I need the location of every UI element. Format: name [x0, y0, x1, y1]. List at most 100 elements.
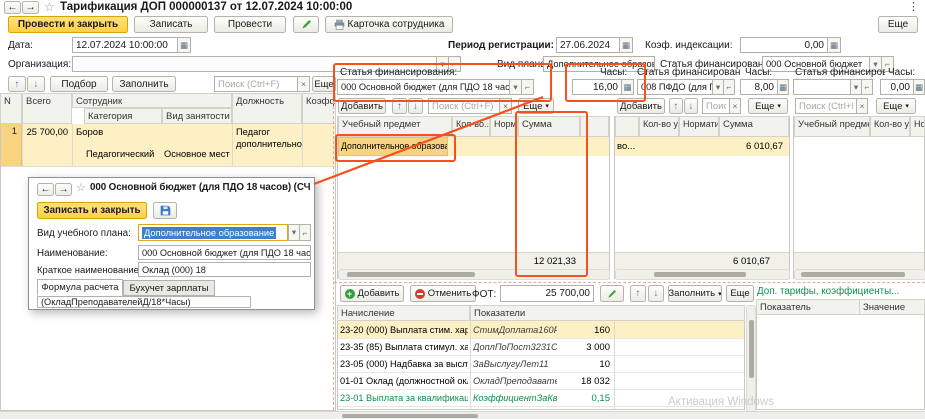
p2-col-sum[interactable]: Сумма	[719, 116, 789, 137]
p3-open-icon[interactable]: ⌐	[861, 79, 873, 95]
p2-more-button[interactable]: Еще▾	[748, 98, 788, 114]
accrual-name[interactable]: 23-35 (85) Выплата стимул. хар-ра отдель…	[340, 342, 468, 352]
accrual-value[interactable]: 3 000	[556, 342, 610, 353]
p3-col-subject[interactable]: Учебный предмет	[794, 116, 870, 137]
bottom-scrollbar[interactable]	[0, 411, 925, 419]
dialog-back-button[interactable]: ←	[37, 183, 54, 196]
accrual-name[interactable]: 23-20 (000) Выплата стим. хар-ра отдельн…	[340, 325, 468, 335]
accrual-value[interactable]: 160	[556, 325, 610, 336]
move-down-button[interactable]: ↓	[27, 76, 45, 92]
p2-hours-field[interactable]: 8,00	[740, 79, 778, 95]
period-calendar-icon[interactable]: ▦	[619, 37, 633, 53]
employee-employment-cell[interactable]: Основное место р...	[164, 149, 230, 159]
fill-button[interactable]: Заполнить	[112, 76, 176, 92]
accrual-col-indicators[interactable]: Показатели	[470, 305, 745, 321]
p2-col-norm[interactable]: Норматив	[679, 116, 719, 137]
employee-position-line2[interactable]: дополнительного ...	[236, 139, 302, 149]
fot-field[interactable]: 25 700,00	[500, 285, 594, 302]
accrual-name[interactable]: 01-01 Оклад (должностной оклад), ставка …	[340, 376, 468, 386]
accrual-name[interactable]: 23-01 Выплата за квалификационную кате..…	[340, 393, 468, 403]
p2-col-cut[interactable]	[615, 116, 639, 137]
accrual-more-button[interactable]: Еще	[726, 285, 754, 302]
accrual-up-button[interactable]: ↑	[630, 285, 646, 302]
p3-hours-calc-icon[interactable]: ▦	[913, 79, 925, 95]
p2-search-input[interactable]	[702, 98, 730, 114]
favorite-star-icon[interactable]: ☆	[44, 0, 55, 14]
p3-search-input[interactable]	[795, 98, 857, 114]
p1-search-input[interactable]	[428, 98, 500, 114]
p1-col-qty[interactable]: Кол-во...	[452, 116, 490, 137]
edit-pen-button[interactable]	[293, 16, 319, 33]
p2-row-cut-cell[interactable]: во...	[617, 141, 637, 152]
p3-col-qty[interactable]: Кол-во уч.	[870, 116, 910, 137]
p1-clear-search-icon[interactable]: ×	[499, 98, 512, 114]
accrual-value[interactable]: 0,15	[556, 393, 610, 404]
accrual-col-name[interactable]: Начисление	[337, 305, 470, 321]
accrual-down-button[interactable]: ↓	[648, 285, 664, 302]
p3-finance-field[interactable]	[793, 79, 851, 95]
col-header-employee[interactable]: Сотрудник	[72, 93, 232, 108]
p1-col-subject[interactable]: Учебный предмет	[338, 116, 452, 137]
date-calendar-icon[interactable]: ▦	[177, 37, 191, 53]
employees-more-button[interactable]: Еще	[312, 76, 336, 92]
accrual-value[interactable]: 18 032	[556, 376, 610, 387]
extra-tariffs-link[interactable]: Доп. тарифы, коэффициенты...	[757, 286, 899, 297]
dialog-name-field[interactable]: 000 Основной бюджет (для ПДО 18 часов)	[138, 245, 311, 260]
p1-down-button[interactable]: ↓	[408, 98, 423, 114]
extra-col-value[interactable]: Значение	[859, 299, 925, 315]
index-coeff-field[interactable]: 0,00	[740, 37, 828, 53]
accrual-add-button[interactable]: +Добавить	[340, 285, 404, 302]
col-header-total[interactable]: Всего	[22, 93, 72, 124]
employees-search-input[interactable]	[214, 76, 298, 92]
tab-formula[interactable]: Формула расчета	[37, 279, 123, 296]
p1-finance-field[interactable]: 000 Основной бюджет (для ПДО 18 часов)	[337, 79, 510, 95]
post-button[interactable]: Провести	[214, 16, 286, 33]
accrual-indicator[interactable]: СтимДоплата160Руб2	[473, 325, 557, 335]
nav-back-button[interactable]: ←	[4, 1, 21, 14]
p2-col-qty[interactable]: Кол-во уч.	[639, 116, 679, 137]
p3-hours-field[interactable]: 0,00	[880, 79, 914, 95]
p2-open-icon[interactable]: ⌐	[723, 79, 735, 95]
nav-forward-button[interactable]: →	[22, 1, 39, 14]
p1-col-norm[interactable]: Норм...	[490, 116, 518, 137]
col-header-category[interactable]: Категория	[84, 108, 162, 124]
p2-add-button[interactable]: Добавить	[617, 98, 665, 114]
dialog-star-icon[interactable]: ☆	[76, 181, 86, 194]
accrual-indicator[interactable]: ОкладПреподавател...	[473, 376, 557, 386]
p2-up-button[interactable]: ↑	[669, 98, 683, 114]
index-coeff-calc-icon[interactable]: ▦	[827, 37, 841, 53]
more-button-top[interactable]: Еще	[878, 16, 918, 33]
employee-row-number[interactable]: 1	[1, 124, 22, 166]
dialog-short-name-field[interactable]: Оклад (000) 18	[138, 262, 311, 277]
accrual-fill-button[interactable]: Заполнить▾	[668, 285, 722, 302]
p2-down-button[interactable]: ↓	[684, 98, 698, 114]
accrual-indicator[interactable]: ДоплПоПост3231С10...	[473, 342, 557, 352]
fot-edit-button[interactable]	[600, 285, 624, 302]
employees-clear-search-icon[interactable]: ×	[297, 76, 310, 92]
dialog-formula-field[interactable]: (ОкладПреподавателейД/18*Часы)	[37, 296, 251, 308]
employee-card-button[interactable]: Карточка сотрудника	[325, 16, 453, 33]
tab-accounting[interactable]: Бухучет зарплаты	[123, 280, 215, 296]
p2-row-sum-cell[interactable]: 6 010,67	[719, 141, 783, 152]
col-header-coeff[interactable]: Коэфф	[302, 93, 336, 124]
p2-clear-search-icon[interactable]: ×	[729, 98, 741, 114]
p1-open-icon[interactable]: ⌐	[521, 79, 534, 95]
p1-more-button[interactable]: Еще▾	[518, 98, 554, 114]
employee-category-cell[interactable]: Педагогический	[86, 149, 160, 159]
p1-up-button[interactable]: ↑	[392, 98, 407, 114]
accrual-cancel-button[interactable]: Отменить	[410, 285, 476, 302]
dialog-save-close-button[interactable]: Записать и закрыть	[37, 202, 147, 219]
dialog-forward-button[interactable]: →	[55, 183, 72, 196]
period-field[interactable]: 27.06.2024	[556, 37, 620, 53]
p1-hours-calc-icon[interactable]: ▦	[621, 79, 634, 95]
p3-clear-search-icon[interactable]: ×	[856, 98, 868, 114]
p2-finance-field[interactable]: 008 ПФДО (для ПДО 18 часов)	[637, 79, 713, 95]
move-up-button[interactable]: ↑	[8, 76, 26, 92]
date-field[interactable]: 12.07.2024 10:00:00	[72, 37, 178, 53]
pick-button[interactable]: Подбор	[50, 76, 108, 92]
employee-position-line1[interactable]: Педагог	[236, 127, 302, 137]
p1-col-sum[interactable]: Сумма	[518, 116, 580, 137]
accrual-indicator[interactable]: ЗаВыслугуЛет11	[473, 359, 557, 369]
dialog-plan-open-icon[interactable]: ⌐	[299, 224, 311, 241]
p3-more-button[interactable]: Еще▾	[876, 98, 916, 114]
